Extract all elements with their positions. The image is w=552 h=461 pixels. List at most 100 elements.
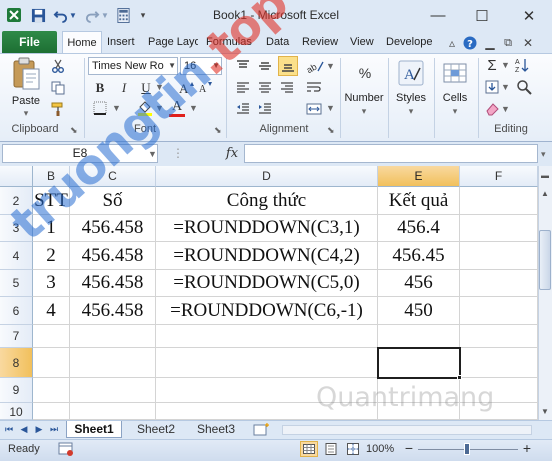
paste-button[interactable]: Paste [4,95,48,107]
sheet-tab-3[interactable]: Sheet3 [188,421,244,438]
calculator-icon[interactable] [114,5,132,25]
tab-developer[interactable]: Develope [386,31,438,53]
row-header-8[interactable]: 8 [0,348,33,378]
row-header-9[interactable]: 9 [0,378,33,403]
clear-dropdown-icon[interactable]: ▼ [501,104,510,114]
fill-dropdown-icon[interactable]: ▼ [501,82,510,92]
cell-b8[interactable] [33,348,70,378]
tab-view[interactable]: View [350,31,378,53]
close-button[interactable]: ✕ [506,0,552,31]
redo-icon[interactable] [82,5,102,25]
align-center-icon[interactable] [256,79,274,97]
cell-c7[interactable] [70,325,156,348]
styles-dropdown-icon[interactable]: ▾ [405,106,417,117]
cell-c9[interactable] [70,378,156,403]
cells-group-button[interactable]: Cells [434,92,476,104]
merge-dropdown-icon[interactable]: ▼ [326,103,335,113]
zoom-in-button[interactable]: + [520,440,534,456]
next-sheet-icon[interactable]: ▶ [32,422,46,437]
cell-b5[interactable]: 3 [33,270,70,297]
undo-dropdown-icon[interactable]: ▼ [68,5,78,25]
align-middle-icon[interactable] [256,57,274,75]
decrease-indent-icon[interactable] [234,100,252,118]
insert-sheet-icon[interactable] [252,422,270,437]
prev-sheet-icon[interactable]: ◀ [17,422,31,437]
save-icon[interactable] [28,5,48,25]
row-header-4[interactable]: 4 [0,242,33,270]
paste-dropdown-icon[interactable]: ▾ [20,108,32,119]
column-header-e[interactable]: E [378,166,460,187]
excel-logo-icon[interactable] [4,5,24,25]
alignment-launcher-icon[interactable]: ⬊ [327,125,335,136]
vertical-scrollbar[interactable] [538,166,552,420]
first-sheet-icon[interactable]: ⏮ [2,422,16,437]
cell-e3[interactable]: 456.4 [378,215,460,242]
workbook-minimize-icon[interactable]: ▁ [482,33,498,53]
tab-review[interactable]: Review [302,31,342,53]
cell-d3[interactable]: =ROUNDDOWN(C3,1) [156,215,378,242]
cell-d7[interactable] [156,325,378,348]
fill-icon[interactable] [484,78,500,96]
cell-b6[interactable]: 4 [33,297,70,325]
align-right-icon[interactable] [278,79,296,97]
cell-c10[interactable] [70,403,156,420]
cell-f4[interactable] [460,242,538,270]
cells-dropdown-icon[interactable]: ▾ [449,106,461,117]
cell-f6[interactable] [460,297,538,325]
cell-d5[interactable]: =ROUNDDOWN(C5,0) [156,270,378,297]
page-layout-view-icon[interactable] [322,441,340,457]
formula-input[interactable] [244,144,538,163]
row-header-10[interactable]: 10 [0,403,33,420]
workbook-restore-icon[interactable]: ⧉ [500,33,516,53]
font-launcher-icon[interactable]: ⬊ [214,125,222,136]
page-break-view-icon[interactable] [344,441,362,457]
cell-e6[interactable]: 450 [378,297,460,325]
cell-f2[interactable] [460,187,538,215]
cell-f5[interactable] [460,270,538,297]
tab-file[interactable]: File [2,31,57,53]
maximize-button[interactable]: ☐ [460,0,504,31]
orientation-icon[interactable]: ab [304,57,326,75]
styles-icon[interactable]: A [396,58,426,88]
row-header-6[interactable]: 6 [0,297,33,325]
macro-record-icon[interactable] [58,441,74,457]
cell-e5[interactable]: 456 [378,270,460,297]
cell-e4[interactable]: 456.45 [378,242,460,270]
vertical-scroll-thumb[interactable] [539,230,551,290]
cells-icon[interactable] [440,58,470,88]
tab-insert[interactable]: Insert [107,31,143,53]
row-header-7[interactable]: 7 [0,325,33,348]
percent-icon[interactable]: % [350,58,380,88]
cell-c3[interactable]: 456.458 [70,215,156,242]
format-painter-icon[interactable] [50,101,66,117]
cell-d4[interactable]: =ROUNDDOWN(C4,2) [156,242,378,270]
cell-b7[interactable] [33,325,70,348]
cut-icon[interactable] [50,58,66,74]
cell-c6[interactable]: 456.458 [70,297,156,325]
align-left-icon[interactable] [234,79,252,97]
clipboard-launcher-icon[interactable]: ⬊ [70,125,78,136]
cell-c4[interactable]: 456.458 [70,242,156,270]
column-header-d[interactable]: D [156,166,378,187]
orientation-dropdown-icon[interactable]: ▼ [326,61,335,71]
minimize-button[interactable]: — [416,0,460,31]
autosum-dropdown-icon[interactable]: ▼ [501,60,510,70]
paste-icon[interactable] [8,56,44,92]
number-dropdown-icon[interactable]: ▾ [358,106,370,117]
fill-handle[interactable] [457,375,462,380]
tab-home[interactable]: Home [62,31,102,53]
cell-e7[interactable] [378,325,460,348]
scroll-down-icon[interactable]: ▼ [538,404,552,419]
sort-filter-icon[interactable]: AZ [514,56,534,74]
help-icon[interactable]: ? [462,33,478,53]
cell-f3[interactable] [460,215,538,242]
expand-formula-bar-icon[interactable]: ▾ [541,149,546,160]
clear-icon[interactable] [484,100,500,118]
cell-b9[interactable] [33,378,70,403]
cell-d2[interactable]: Công thức [156,187,378,215]
merge-center-icon[interactable] [304,100,324,118]
cell-b10[interactable] [33,403,70,420]
cell-c8[interactable] [70,348,156,378]
customize-toolbar-icon[interactable]: ▾ [136,5,150,25]
workbook-close-icon[interactable]: ✕ [518,33,538,53]
